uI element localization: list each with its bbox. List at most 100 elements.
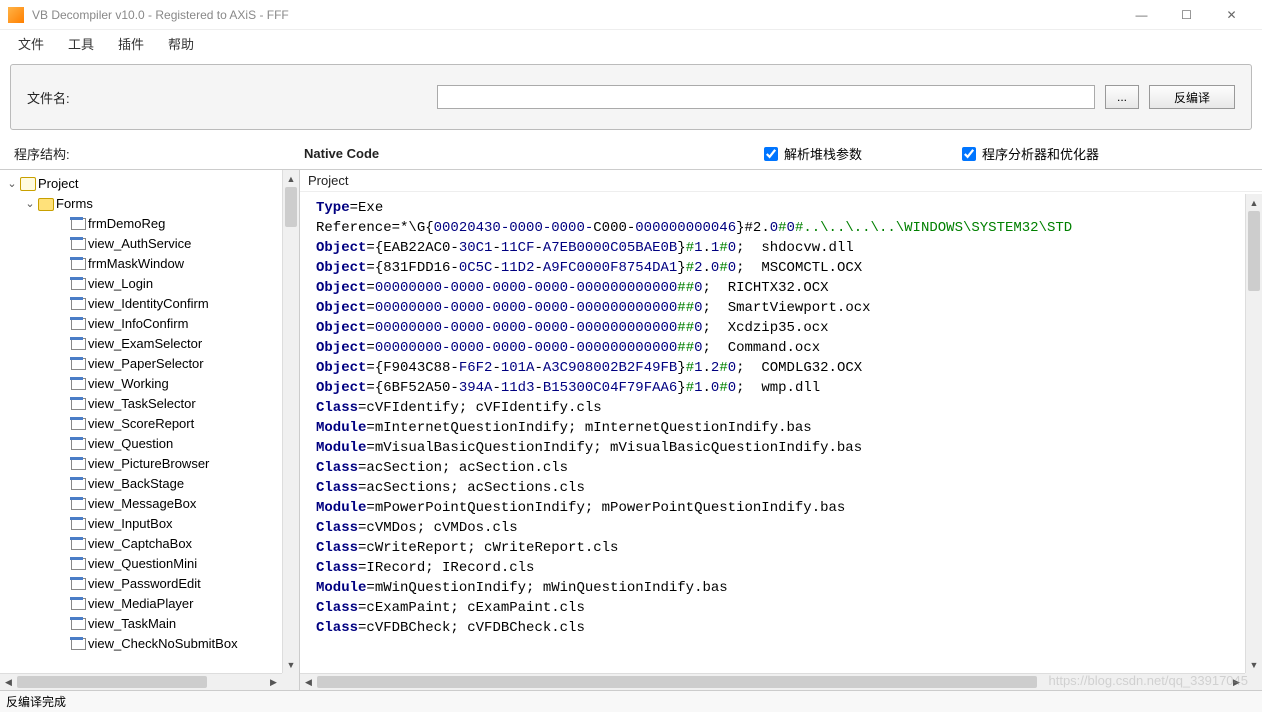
menu-help[interactable]: 帮助 [158,30,204,57]
tree-item-label: view_Login [88,274,153,294]
tree-item-view_ExamSelector[interactable]: view_ExamSelector [2,334,297,354]
tree-item-label: view_MessageBox [88,494,196,514]
native-code-label: Native Code [304,146,764,161]
tree-item-view_InfoConfirm[interactable]: view_InfoConfirm [2,314,297,334]
status-text: 反编译完成 [6,693,66,710]
form-icon [70,497,86,511]
app-icon [8,7,24,23]
menu-plugins[interactable]: 插件 [108,30,154,57]
form-icon [70,237,86,251]
parse-stack-input[interactable] [764,147,778,161]
scroll-left-icon[interactable]: ◀ [0,674,17,690]
tree-item-view_PictureBrowser[interactable]: view_PictureBrowser [2,454,297,474]
tree-item-label: view_ScoreReport [88,414,194,434]
code-scroll-corner [1245,673,1262,690]
tree-item-label: view_ExamSelector [88,334,202,354]
tree-item-view_Working[interactable]: view_Working [2,374,297,394]
code-vscrollbar[interactable]: ▲ ▼ [1245,194,1262,673]
decompile-button[interactable]: 反编译 [1149,85,1235,109]
code-hscrollbar[interactable]: ◀ ▶ [300,673,1245,690]
tree-item-view_TaskMain[interactable]: view_TaskMain [2,614,297,634]
tree-item-label: view_Working [88,374,169,394]
statusbar: 反编译完成 [0,690,1262,712]
tree-hscroll-thumb[interactable] [17,676,207,688]
tree-item-view_Question[interactable]: view_Question [2,434,297,454]
form-icon [70,477,86,491]
window-controls: — ☐ ✕ [1119,1,1254,29]
tree-item-view_PaperSelector[interactable]: view_PaperSelector [2,354,297,374]
tree-item-view_MediaPlayer[interactable]: view_MediaPlayer [2,594,297,614]
tree-item-frmDemoReg[interactable]: frmDemoReg [2,214,297,234]
tree-item-view_BackStage[interactable]: view_BackStage [2,474,297,494]
code-vscroll-thumb[interactable] [1248,211,1260,291]
menu-file[interactable]: 文件 [8,30,54,57]
form-icon [70,397,86,411]
code-view[interactable]: Type=Exe Reference=*\G{00020430-0000-000… [300,192,1262,690]
tree-vscroll-thumb[interactable] [285,187,297,227]
tree-item-label: view_BackStage [88,474,184,494]
project-tree[interactable]: ⌄Project⌄FormsfrmDemoRegview_AuthService… [0,170,299,690]
form-icon [70,537,86,551]
tree-item-label: view_PictureBrowser [88,454,209,474]
tree-item-label: Forms [56,194,93,214]
form-icon [70,457,86,471]
close-button[interactable]: ✕ [1209,1,1254,29]
tree-item-label: view_Question [88,434,173,454]
tree-item-view_CaptchaBox[interactable]: view_CaptchaBox [2,534,297,554]
project-tree-panel: ⌄Project⌄FormsfrmDemoRegview_AuthService… [0,170,300,690]
tree-item-label: view_InputBox [88,514,173,534]
tree-scroll-corner [282,673,299,690]
tree-item-view_TaskSelector[interactable]: view_TaskSelector [2,394,297,414]
filename-input[interactable] [437,85,1095,109]
tree-item-label: Project [38,174,78,194]
tree-item-label: frmMaskWindow [88,254,184,274]
scroll-up-icon[interactable]: ▲ [1246,194,1262,211]
tree-item-label: view_TaskSelector [88,394,196,414]
minimize-button[interactable]: — [1119,1,1164,29]
form-icon [70,317,86,331]
tree-item-view_AuthService[interactable]: view_AuthService [2,234,297,254]
scroll-down-icon[interactable]: ▼ [1246,656,1262,673]
filename-label: 文件名: [27,88,77,107]
tree-hscrollbar[interactable]: ◀ ▶ [0,673,282,690]
scroll-right-icon[interactable]: ▶ [265,674,282,690]
tree-toggle-icon[interactable]: ⌄ [24,194,36,214]
form-icon [70,617,86,631]
tree-toggle-icon[interactable]: ⌄ [6,174,18,194]
parse-stack-checkbox[interactable]: 解析堆栈参数 [764,144,862,163]
code-panel: Project Type=Exe Reference=*\G{00020430-… [300,170,1262,690]
tree-item-view_IdentityConfirm[interactable]: view_IdentityConfirm [2,294,297,314]
tree-root-project[interactable]: ⌄ Project [2,174,297,194]
menu-tools[interactable]: 工具 [58,30,104,57]
form-icon [70,437,86,451]
tree-item-view_QuestionMini[interactable]: view_QuestionMini [2,554,297,574]
tree-item-view_CheckNoSubmitBox[interactable]: view_CheckNoSubmitBox [2,634,297,654]
options-row: 程序结构: Native Code 解析堆栈参数 程序分析器和优化器 [0,138,1262,169]
tree-vscrollbar[interactable]: ▲ ▼ [282,170,299,673]
scroll-up-icon[interactable]: ▲ [283,170,299,187]
tree-item-frmMaskWindow[interactable]: frmMaskWindow [2,254,297,274]
scroll-down-icon[interactable]: ▼ [283,656,299,673]
tree-item-view_PasswordEdit[interactable]: view_PasswordEdit [2,574,297,594]
tree-item-view_MessageBox[interactable]: view_MessageBox [2,494,297,514]
scroll-right-icon[interactable]: ▶ [1228,674,1245,690]
tree-item-label: view_AuthService [88,234,191,254]
tree-item-view_InputBox[interactable]: view_InputBox [2,514,297,534]
form-icon [70,637,86,651]
tree-item-label: frmDemoReg [88,214,165,234]
analyzer-input[interactable] [962,147,976,161]
analyzer-checkbox[interactable]: 程序分析器和优化器 [962,144,1099,163]
tree-item-label: view_TaskMain [88,614,176,634]
structure-label: 程序结构: [14,144,304,163]
form-icon [70,597,86,611]
code-header: Project [300,170,1262,192]
code-hscroll-thumb[interactable] [317,676,1037,688]
scroll-left-icon[interactable]: ◀ [300,674,317,690]
window-title: VB Decompiler v10.0 - Registered to AXiS… [32,8,289,22]
maximize-button[interactable]: ☐ [1164,1,1209,29]
project-icon [20,177,36,191]
tree-item-view_Login[interactable]: view_Login [2,274,297,294]
tree-item-view_ScoreReport[interactable]: view_ScoreReport [2,414,297,434]
browse-button[interactable]: ... [1105,85,1139,109]
tree-folder-forms[interactable]: ⌄ Forms [2,194,297,214]
